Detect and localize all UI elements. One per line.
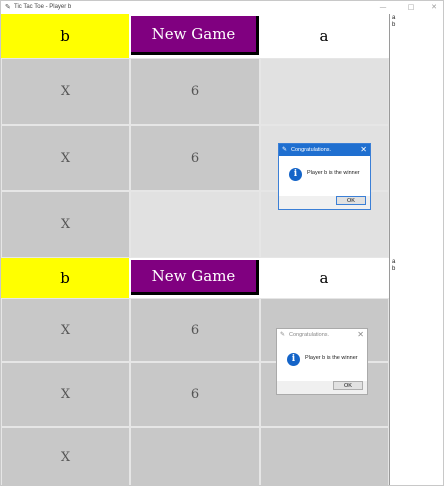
- player-list-panel[interactable]: a b: [389, 258, 443, 485]
- cell-r1c1[interactable]: X: [1, 298, 130, 362]
- player-list-panel[interactable]: a b: [389, 14, 443, 258]
- feather-icon: ✎: [282, 147, 288, 153]
- cell-r2c2[interactable]: 6: [130, 125, 260, 191]
- player-a-label: a: [259, 258, 389, 298]
- winner-dialog: ✎ Congratulations. ✕ i Player b is the w…: [278, 143, 371, 210]
- dialog-title: Congratulations.: [289, 332, 330, 338]
- header-row: b New Game a: [1, 14, 389, 58]
- maximize-button[interactable]: □: [399, 1, 423, 14]
- header-row: b New Game a: [1, 258, 389, 298]
- list-item[interactable]: b: [392, 22, 443, 29]
- cell-r3c3[interactable]: [260, 427, 389, 485]
- player-a-label: a: [259, 14, 389, 58]
- app-window: ✎ Tic Tac Toe - Player b — □ ✕ b New Gam…: [0, 0, 444, 486]
- feather-icon: ✎: [280, 332, 286, 338]
- list-item[interactable]: b: [392, 266, 443, 273]
- dialog-title: Congratulations.: [291, 147, 332, 153]
- cell-r2c2[interactable]: 6: [130, 362, 260, 427]
- cell-r3c2[interactable]: [130, 191, 260, 258]
- minimize-button[interactable]: —: [371, 1, 395, 14]
- dialog-close-button[interactable]: ✕: [360, 144, 367, 156]
- player-b-label: b: [1, 258, 129, 298]
- new-game-button[interactable]: New Game: [131, 16, 259, 55]
- cell-r2c1[interactable]: X: [1, 125, 130, 191]
- dialog-title-bar: ✎ Congratulations. ✕: [277, 329, 367, 341]
- ok-button[interactable]: OK: [336, 196, 366, 205]
- new-game-button[interactable]: New Game: [131, 260, 259, 295]
- cell-r1c2[interactable]: 6: [130, 298, 260, 362]
- dialog-body: i Player b is the winner: [279, 156, 370, 196]
- cell-r1c2[interactable]: 6: [130, 58, 260, 125]
- window-title: Tic Tac Toe - Player b: [14, 4, 72, 10]
- game-board-top: b New Game a X 6 X 6 X: [1, 14, 389, 258]
- dialog-close-button[interactable]: ✕: [357, 329, 364, 341]
- player-b-label: b: [1, 14, 129, 58]
- list-item[interactable]: a: [392, 259, 443, 266]
- dialog-title-bar: ✎ Congratulations. ✕: [279, 144, 370, 156]
- title-bar: ✎ Tic Tac Toe - Player b — □ ✕: [1, 1, 443, 14]
- dialog-body: i Player b is the winner: [277, 341, 367, 381]
- cell-r1c1[interactable]: X: [1, 58, 130, 125]
- winner-dialog: ✎ Congratulations. ✕ i Player b is the w…: [276, 328, 368, 395]
- close-button[interactable]: ✕: [422, 1, 443, 14]
- cell-r3c1[interactable]: X: [1, 191, 130, 258]
- info-icon: i: [289, 168, 302, 181]
- list-item[interactable]: a: [392, 15, 443, 22]
- cell-r2c1[interactable]: X: [1, 362, 130, 427]
- ok-button[interactable]: OK: [333, 381, 363, 390]
- cell-r3c2[interactable]: [130, 427, 260, 485]
- feather-icon: ✎: [5, 3, 11, 11]
- cell-r1c3[interactable]: [260, 58, 389, 125]
- dialog-message: Player b is the winner: [305, 355, 358, 361]
- cell-r3c1[interactable]: X: [1, 427, 130, 485]
- dialog-message: Player b is the winner: [307, 170, 360, 176]
- info-icon: i: [287, 353, 300, 366]
